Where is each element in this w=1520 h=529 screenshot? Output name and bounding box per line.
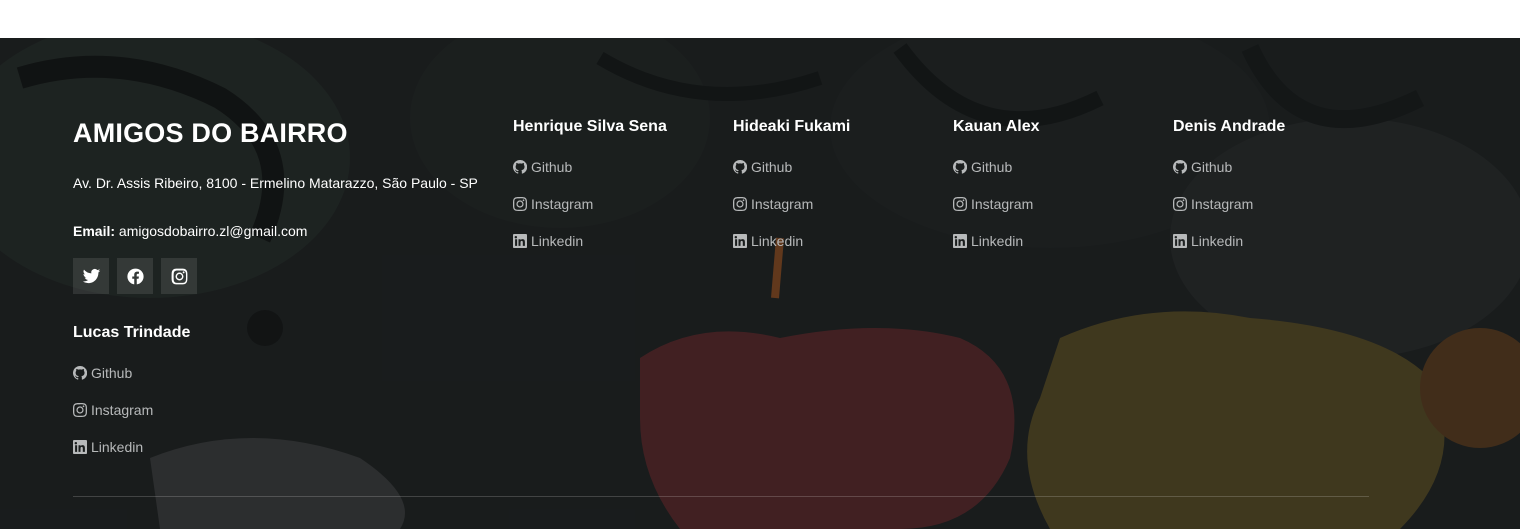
linkedin-icon (733, 234, 747, 248)
social-links (73, 258, 197, 294)
linkedin-icon (513, 234, 527, 248)
github-link[interactable]: Github (1173, 158, 1285, 176)
github-icon (513, 160, 527, 174)
twitter-icon (82, 268, 100, 283)
linkedin-label: Linkedin (971, 233, 1024, 249)
linkedin-icon (953, 234, 967, 248)
page-top-spacer (0, 0, 1520, 38)
github-link[interactable]: Github (733, 158, 850, 176)
footer-email: Email: amigosdobairro.zl@gmail.com (73, 223, 307, 239)
instagram-link[interactable]: Instagram (73, 401, 190, 419)
linkedin-icon (1173, 234, 1187, 248)
member-lucas: Lucas Trindade Github Instagram Linkedin (73, 324, 190, 456)
instagram-link[interactable]: Instagram (1173, 195, 1285, 213)
member-name: Hideaki Fukami (733, 118, 851, 135)
github-icon (73, 366, 87, 380)
member-hideaki: Hideaki Fukami Github Instagram Linkedin (733, 118, 850, 250)
github-icon (733, 160, 747, 174)
github-label: Github (91, 365, 133, 381)
instagram-label: Instagram (971, 196, 1034, 212)
instagram-icon (171, 268, 187, 284)
github-label: Github (531, 159, 573, 175)
member-name: Henrique Silva Sena (513, 118, 667, 135)
github-link[interactable]: Github (953, 158, 1040, 176)
member-name: Denis Andrade (1173, 118, 1286, 135)
github-label: Github (1191, 159, 1233, 175)
footer-divider (73, 496, 1369, 497)
linkedin-link[interactable]: Linkedin (1173, 232, 1285, 250)
email-label: Email: (73, 223, 116, 239)
github-label: Github (751, 159, 793, 175)
member-name: Lucas Trindade (73, 324, 191, 341)
linkedin-link[interactable]: Linkedin (73, 438, 190, 456)
linkedin-link[interactable]: Linkedin (953, 232, 1040, 250)
github-link[interactable]: Github (513, 158, 667, 176)
instagram-link[interactable]: Instagram (733, 195, 850, 213)
member-henrique: Henrique Silva Sena Github Instagram Lin… (513, 118, 667, 250)
footer-content: AMIGOS DO BAIRRO Av. Dr. Assis Ribeiro, … (0, 38, 1520, 529)
facebook-button[interactable] (117, 258, 153, 294)
github-icon (953, 160, 967, 174)
github-label: Github (971, 159, 1013, 175)
instagram-icon (953, 197, 967, 211)
instagram-icon (73, 403, 87, 417)
linkedin-label: Linkedin (751, 233, 804, 249)
email-value[interactable]: amigosdobairro.zl@gmail.com (119, 223, 308, 239)
member-denis: Denis Andrade Github Instagram Linkedin (1173, 118, 1285, 250)
instagram-button[interactable] (161, 258, 197, 294)
facebook-icon (126, 268, 144, 284)
linkedin-link[interactable]: Linkedin (733, 232, 850, 250)
github-link[interactable]: Github (73, 364, 190, 382)
linkedin-link[interactable]: Linkedin (513, 232, 667, 250)
instagram-icon (513, 197, 527, 211)
instagram-icon (733, 197, 747, 211)
brand-title: AMIGOS DO BAIRRO (73, 118, 348, 148)
linkedin-label: Linkedin (91, 439, 144, 455)
linkedin-icon (73, 440, 87, 454)
instagram-label: Instagram (91, 402, 154, 418)
instagram-link[interactable]: Instagram (953, 195, 1040, 213)
member-kauan: Kauan Alex Github Instagram Linkedin (953, 118, 1040, 250)
site-footer: AMIGOS DO BAIRRO Av. Dr. Assis Ribeiro, … (0, 38, 1520, 529)
instagram-icon (1173, 197, 1187, 211)
twitter-button[interactable] (73, 258, 109, 294)
linkedin-label: Linkedin (531, 233, 584, 249)
instagram-label: Instagram (751, 196, 814, 212)
member-name: Kauan Alex (953, 118, 1040, 135)
instagram-label: Instagram (1191, 196, 1254, 212)
instagram-label: Instagram (531, 196, 594, 212)
linkedin-label: Linkedin (1191, 233, 1244, 249)
footer-address: Av. Dr. Assis Ribeiro, 8100 - Ermelino M… (73, 175, 478, 191)
github-icon (1173, 160, 1187, 174)
instagram-link[interactable]: Instagram (513, 195, 667, 213)
